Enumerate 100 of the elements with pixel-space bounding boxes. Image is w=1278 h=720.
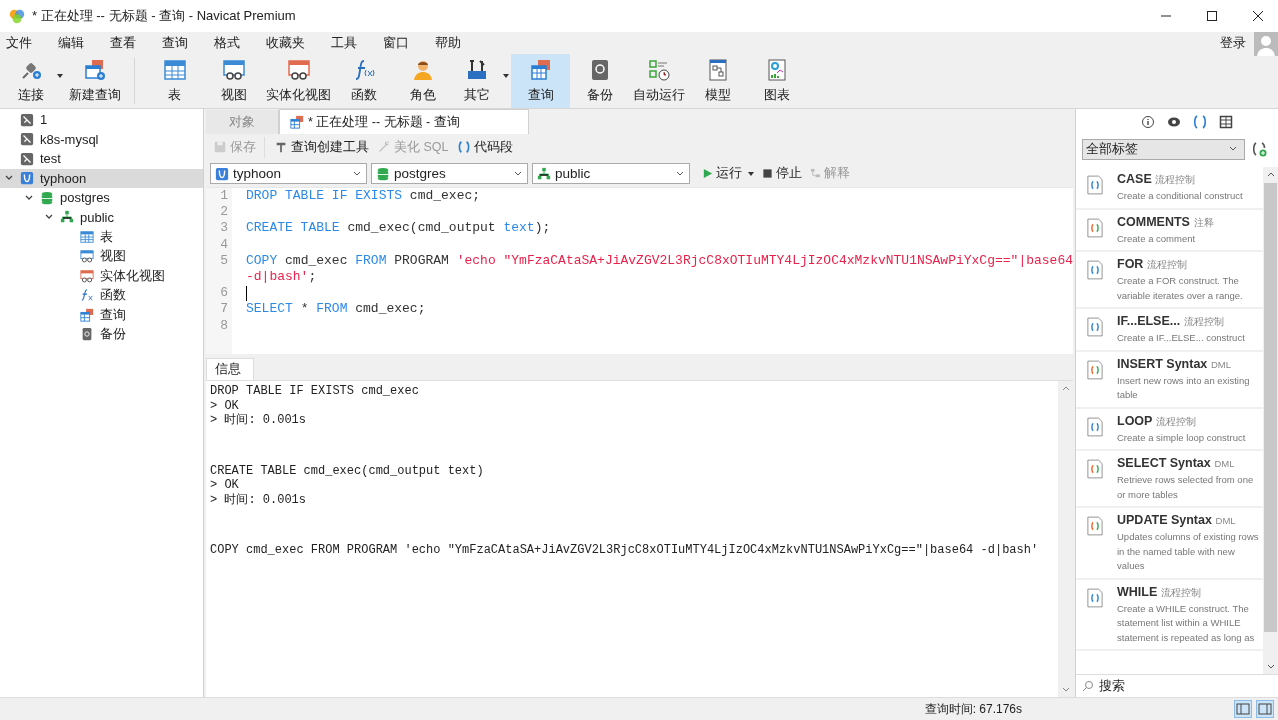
stop-icon bbox=[762, 168, 773, 179]
caret-icon[interactable] bbox=[57, 74, 63, 78]
snippet-title: SELECT Syntax bbox=[1117, 456, 1211, 470]
tree-item[interactable]: 查询 bbox=[0, 305, 203, 325]
tree-item[interactable]: test bbox=[0, 149, 203, 169]
code-file-icon bbox=[1087, 359, 1103, 380]
toolbar-button[interactable]: 新建查询 bbox=[65, 54, 124, 108]
snippet-description: Create a FOR construct. The variable iterates over a range. bbox=[1117, 274, 1244, 303]
tree-item[interactable]: 备份 bbox=[0, 324, 203, 344]
app-logo-icon bbox=[8, 7, 26, 25]
object-select[interactable]: public bbox=[532, 163, 690, 184]
explain-icon bbox=[810, 168, 821, 179]
server-icon bbox=[20, 151, 34, 166]
menu-item[interactable]: 查看 bbox=[110, 34, 136, 52]
code-line: DROP TABLE IF EXISTS cmd_exec; bbox=[246, 188, 481, 205]
info-icon[interactable] bbox=[1141, 115, 1155, 129]
tree-item[interactable]: 视图 bbox=[0, 246, 203, 266]
snippet-description: Create a conditional construct bbox=[1117, 189, 1244, 203]
message-line: CREATE TABLE cmd_exec(cmd_output text) bbox=[210, 463, 485, 478]
caret-icon[interactable] bbox=[503, 74, 509, 78]
server-icon bbox=[215, 166, 229, 181]
add-snippet-icon[interactable] bbox=[1251, 141, 1267, 157]
snippet-title: UPDATE Syntax bbox=[1117, 513, 1212, 527]
view-icon bbox=[221, 58, 246, 82]
toolbar-button[interactable]: 模型 bbox=[688, 54, 747, 108]
tree-item[interactable]: 实体化视图 bbox=[0, 266, 203, 286]
line-number: 8 bbox=[219, 317, 229, 334]
menu-item[interactable]: 工具 bbox=[331, 34, 357, 52]
toolbar-button[interactable]: 备份 bbox=[570, 54, 629, 108]
menu-item[interactable]: 文件 bbox=[6, 34, 32, 52]
object-select[interactable]: postgres bbox=[371, 163, 528, 184]
code-file-icon bbox=[1087, 587, 1103, 608]
document-tab[interactable]: * 正在处理 -- 无标题 - 查询 bbox=[279, 109, 529, 134]
code-line: SELECT * FROM cmd_exec; bbox=[246, 301, 426, 318]
tree-item[interactable]: 1 bbox=[0, 110, 203, 130]
left-panel-icon[interactable] bbox=[1234, 700, 1252, 718]
snippet-tag: DML bbox=[1214, 458, 1235, 469]
checklist-clock-icon bbox=[646, 58, 671, 82]
code-file-icon bbox=[1087, 175, 1103, 195]
toolbar-button[interactable]: 图表 bbox=[747, 54, 806, 108]
tree-item[interactable]: postgres bbox=[0, 188, 203, 208]
toolbar-button[interactable]: 实体化视图 bbox=[263, 54, 334, 108]
snippet-tag: 流程控制 bbox=[1147, 259, 1187, 270]
toolbar-button[interactable]: 表 bbox=[145, 54, 204, 108]
eye-icon[interactable] bbox=[1167, 115, 1181, 129]
query-builder-icon bbox=[274, 140, 288, 154]
object-select[interactable]: typhoon bbox=[210, 163, 367, 184]
menu-item[interactable]: 格式 bbox=[214, 34, 240, 52]
snippet-title: IF...ELSE... bbox=[1117, 314, 1181, 328]
message-tab[interactable]: 信息 bbox=[206, 358, 254, 380]
menu-item[interactable]: 编辑 bbox=[58, 34, 84, 52]
grid-icon[interactable] bbox=[1219, 115, 1233, 129]
tree-item[interactable]: 函数 bbox=[0, 285, 203, 305]
login-link[interactable]: 登录 bbox=[1220, 34, 1246, 52]
tree-item[interactable]: typhoon bbox=[0, 168, 203, 188]
tree-item[interactable]: public bbox=[0, 207, 203, 227]
schema-icon bbox=[537, 166, 551, 181]
toolbar-button[interactable]: 查询 bbox=[511, 54, 570, 108]
menu-item[interactable]: 查询 bbox=[162, 34, 188, 52]
query-icon bbox=[80, 307, 94, 322]
query-toolbar-button[interactable]: 代码段 bbox=[453, 136, 516, 158]
scrollbar-thumb[interactable] bbox=[1264, 183, 1277, 632]
message-line: > OK bbox=[210, 478, 240, 493]
run-control-button[interactable]: 运行 bbox=[700, 163, 756, 184]
toolbar-button[interactable]: 其它 bbox=[452, 54, 511, 108]
line-number: 2 bbox=[219, 204, 229, 221]
code-bracket-icon[interactable] bbox=[1193, 115, 1207, 129]
right-panel-icon[interactable] bbox=[1256, 700, 1274, 718]
code-line: -d|bash'; bbox=[246, 268, 317, 286]
run-control-button[interactable]: 停止 bbox=[760, 163, 804, 184]
table-icon bbox=[80, 229, 94, 244]
tag-filter-select[interactable]: 全部标签 bbox=[1082, 138, 1245, 160]
line-number: 5 bbox=[219, 252, 229, 269]
snippet-description: Updates columns of existing rows in the named table with new values bbox=[1117, 530, 1260, 573]
snippet-description: Create a comment bbox=[1117, 231, 1197, 246]
menu-item[interactable]: 帮助 bbox=[435, 34, 461, 52]
code-file-icon bbox=[1087, 459, 1103, 479]
toolbar-button[interactable]: 连接 bbox=[6, 54, 65, 108]
snippet-tag: 流程控制 bbox=[1156, 415, 1197, 427]
snippet-title: FOR bbox=[1117, 257, 1144, 271]
database-server-icon bbox=[20, 171, 34, 186]
line-number: 7 bbox=[219, 301, 229, 318]
code-bracket-icon bbox=[456, 140, 471, 154]
snippet-tag: DML bbox=[1215, 515, 1236, 526]
snippet-title: INSERT Syntax bbox=[1117, 356, 1208, 371]
tree-item[interactable]: 表 bbox=[0, 227, 203, 247]
query-toolbar-button[interactable]: 查询创建工具 bbox=[271, 136, 372, 158]
menu-item[interactable]: 收藏夹 bbox=[266, 34, 305, 52]
tree-item[interactable]: k8s-mysql bbox=[0, 129, 203, 149]
close-icon[interactable] bbox=[1252, 10, 1264, 22]
view-icon bbox=[80, 249, 94, 264]
caret-icon[interactable] bbox=[748, 171, 754, 176]
menu-item[interactable]: 窗口 bbox=[383, 34, 409, 52]
toolbar-button[interactable]: 视图 bbox=[204, 54, 263, 108]
toolbar-button[interactable]: 自动运行 bbox=[629, 54, 688, 108]
function-icon bbox=[80, 288, 94, 303]
toolbar-button[interactable]: 函数 bbox=[334, 54, 393, 108]
toolbar-button[interactable]: 角色 bbox=[393, 54, 452, 108]
maximize-icon[interactable] bbox=[1206, 10, 1218, 22]
query-time-text: 查询时间: 67.176s bbox=[924, 700, 1022, 718]
